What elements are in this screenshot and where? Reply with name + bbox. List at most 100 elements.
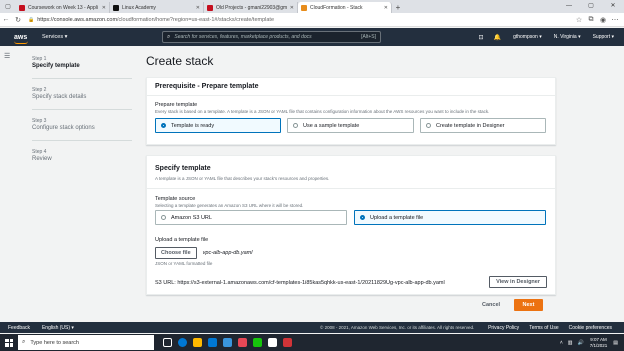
search-icon: ⌕ xyxy=(167,33,171,40)
hamburger-icon[interactable]: ☰ xyxy=(4,52,10,60)
specify-template-header: Specify template xyxy=(155,165,211,172)
app-icon[interactable] xyxy=(280,336,294,350)
store-icon[interactable] xyxy=(205,336,219,350)
close-icon[interactable]: ✕ xyxy=(102,5,106,11)
cookie-preferences-link[interactable]: Cookie preferences xyxy=(569,325,612,331)
aws-top-nav: aws Services ▾ ⌕ Search for services, fe… xyxy=(0,28,624,46)
aws-search-input[interactable]: ⌕ Search for services, features, marketp… xyxy=(162,31,381,43)
close-icon[interactable]: ✕ xyxy=(384,5,388,11)
clock[interactable]: 9:07 AM 7/1/2021 xyxy=(590,337,608,348)
app-icon[interactable] xyxy=(265,336,279,350)
services-menu[interactable]: Services ▾ xyxy=(42,34,67,40)
app-icon[interactable] xyxy=(250,336,264,350)
notifications-icon[interactable]: 🔔 xyxy=(494,34,501,41)
edge-icon[interactable] xyxy=(175,336,189,350)
next-button[interactable]: Next xyxy=(514,299,543,311)
new-tab-button[interactable]: + xyxy=(392,2,404,13)
minimize-icon[interactable]: — xyxy=(558,0,580,11)
prepare-template-options: Template is ready Use a sample template … xyxy=(155,118,547,133)
browser-tab[interactable]: Linux Academy ✕ xyxy=(110,2,204,13)
step-number: Step 4 xyxy=(32,149,47,155)
option-label: Upload a template file xyxy=(370,214,424,221)
terms-of-use-link[interactable]: Terms of Use xyxy=(529,325,558,331)
option-label: Template is ready xyxy=(171,122,215,129)
browser-tab[interactable]: Old Projects - gmani22903@gm ✕ xyxy=(204,2,298,13)
choose-file-button[interactable]: Choose file xyxy=(155,247,197,259)
taskbar-search-input[interactable]: ⌕ Type here to search xyxy=(18,335,154,350)
option-upload-template-file[interactable]: Upload a template file xyxy=(354,210,546,225)
step-divider xyxy=(32,109,132,110)
browser-tab[interactable]: Coursework on Week 13 - Appli ✕ xyxy=(16,2,110,13)
windows-taskbar: ⌕ Type here to search ˄ ▥ 🔊 9:07 AM 7/1/… xyxy=(0,334,624,351)
template-source-desc: Selecting a template generates an Amazon… xyxy=(155,203,304,208)
radio-icon xyxy=(293,123,298,128)
tray-chevron-icon[interactable]: ˄ xyxy=(560,340,563,346)
browser-tab-active[interactable]: CloudFormation - Stack ✕ xyxy=(298,2,392,13)
app-icon[interactable] xyxy=(235,336,249,350)
footer-links: Privacy Policy Terms of Use Cookie prefe… xyxy=(478,325,612,331)
template-source-options: Amazon S3 URL Upload a template file xyxy=(155,210,546,225)
file-chooser: Choose file vpc-alb-app-db.yaml xyxy=(155,247,252,259)
profile-icon[interactable]: ◉ xyxy=(597,16,609,24)
aws-logo-text: aws xyxy=(14,33,28,41)
option-create-in-designer[interactable]: Create template in Designer xyxy=(420,118,546,133)
tab-favicon-icon xyxy=(19,4,25,11)
prerequisite-header: Prerequisite - Prepare template xyxy=(147,78,555,96)
close-icon[interactable]: ✕ xyxy=(290,5,294,11)
console-footer: Feedback English (US) ▾ © 2008 - 2021, A… xyxy=(0,322,624,333)
start-button[interactable] xyxy=(0,338,18,347)
close-icon[interactable]: ✕ xyxy=(196,5,200,11)
support-menu[interactable]: Support ▾ xyxy=(593,34,614,40)
language-selector[interactable]: English (US) ▾ xyxy=(42,325,74,331)
cloudshell-icon[interactable]: ⊡ xyxy=(479,34,484,41)
option-label: Amazon S3 URL xyxy=(171,214,212,221)
favorite-icon[interactable]: ☆ xyxy=(573,16,585,24)
screen: ▢ Coursework on Week 13 - Appli ✕ Linux … xyxy=(0,0,624,351)
prepare-template-label: Prepare template xyxy=(155,102,198,108)
s3-url-row: S3 URL: https://s3-external-1.amazonaws.… xyxy=(155,280,445,286)
nav-right: ⊡ 🔔 gthompson ▾ N. Virginia ▾ Support ▾ xyxy=(469,28,614,46)
view-in-designer-button[interactable]: View in Designer xyxy=(489,276,547,288)
maximize-icon[interactable]: ▢ xyxy=(580,0,602,11)
volume-icon[interactable]: 🔊 xyxy=(578,340,584,346)
collections-icon[interactable]: ⧉ xyxy=(585,16,597,24)
region-menu[interactable]: N. Virginia ▾ xyxy=(554,34,581,40)
cancel-button[interactable]: Cancel xyxy=(482,302,500,308)
more-icon[interactable]: ⋯ xyxy=(609,16,621,24)
step-review: Step 4 Review xyxy=(32,149,132,162)
specify-template-panel: Specify template A template is a JSON or… xyxy=(146,155,556,295)
step-divider xyxy=(32,140,132,141)
network-icon[interactable]: ▥ xyxy=(568,340,573,346)
task-view-icon[interactable] xyxy=(160,336,174,350)
mail-icon[interactable] xyxy=(220,336,234,350)
aws-logo[interactable]: aws xyxy=(14,33,32,44)
copyright-text: © 2008 - 2021, Amazon Web Services, Inc.… xyxy=(320,325,475,330)
selected-file-name: vpc-alb-app-db.yaml xyxy=(202,250,253,256)
privacy-policy-link[interactable]: Privacy Policy xyxy=(488,325,519,331)
step-specify-template[interactable]: Step 1 Specify template xyxy=(32,56,132,69)
option-sample-template[interactable]: Use a sample template xyxy=(287,118,414,133)
option-amazon-s3-url[interactable]: Amazon S3 URL xyxy=(155,210,347,225)
lock-icon: 🔒 xyxy=(28,16,35,23)
step-divider xyxy=(32,78,132,79)
refresh-icon[interactable]: ↻ xyxy=(12,13,24,27)
file-explorer-icon[interactable] xyxy=(190,336,204,350)
browser-tab-strip: ▢ Coursework on Week 13 - Appli ✕ Linux … xyxy=(0,0,624,13)
option-template-ready[interactable]: Template is ready xyxy=(155,118,281,133)
tab-actions-icon[interactable]: ▢ xyxy=(0,0,16,13)
feedback-link[interactable]: Feedback xyxy=(8,325,30,331)
back-icon[interactable]: ← xyxy=(0,13,12,27)
tab-favicon-icon xyxy=(113,4,119,11)
page-title: Create stack xyxy=(146,54,214,68)
search-shortcut: [Alt+S] xyxy=(361,34,376,40)
prerequisite-body: Prepare template Every stack is based on… xyxy=(147,96,555,139)
notification-center-icon[interactable]: ▤ xyxy=(613,340,618,346)
search-icon: ⌕ xyxy=(22,339,26,345)
user-menu[interactable]: gthompson ▾ xyxy=(513,34,542,40)
window-controls: — ▢ ✕ xyxy=(558,0,624,11)
system-tray: ˄ ▥ 🔊 9:07 AM 7/1/2021 ▤ xyxy=(560,337,618,348)
option-label: Use a sample template xyxy=(303,122,360,129)
close-window-icon[interactable]: ✕ xyxy=(602,0,624,11)
upload-file-label: Upload a template file xyxy=(155,237,209,243)
url-field[interactable]: 🔒 https://console.aws.amazon.com/cloudfo… xyxy=(28,15,569,25)
